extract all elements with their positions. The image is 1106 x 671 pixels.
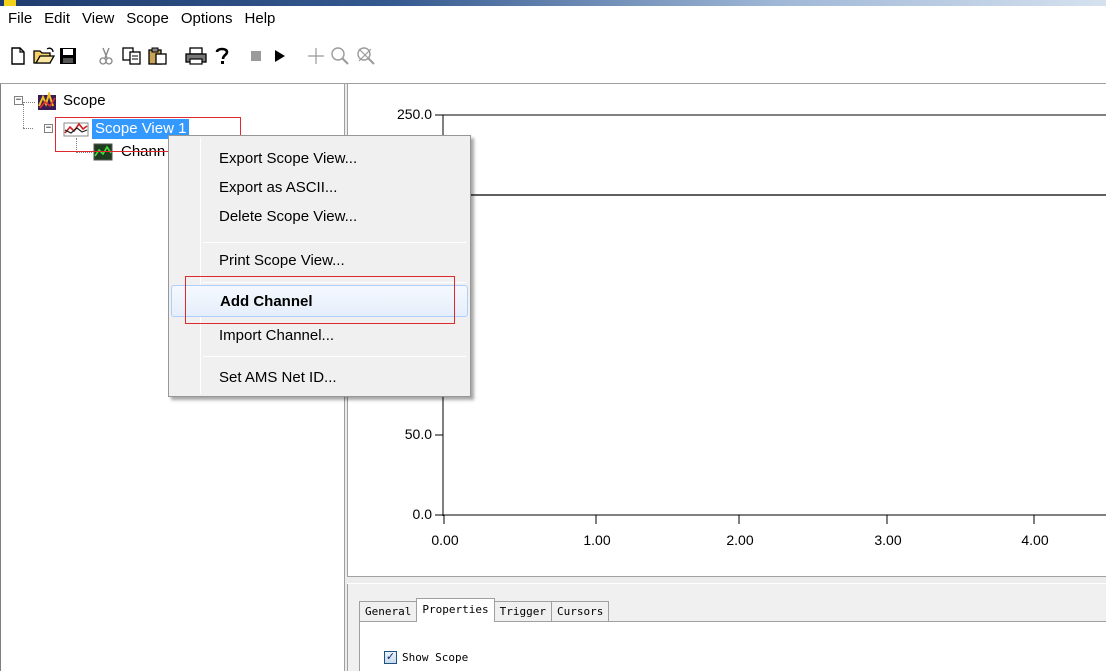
tab-strip: General Properties Trigger Cursors <box>359 598 610 622</box>
new-icon[interactable] <box>6 44 30 68</box>
menu-separator <box>203 356 466 357</box>
menu-view[interactable]: View <box>76 6 120 32</box>
toolbar-separator <box>84 44 85 70</box>
help-icon[interactable] <box>210 44 234 68</box>
cut-icon[interactable] <box>94 44 118 68</box>
toolbar-separator <box>236 44 237 70</box>
menu-file[interactable]: File <box>2 6 38 32</box>
paste-icon[interactable] <box>146 44 170 68</box>
stop-icon[interactable] <box>244 44 268 68</box>
tree-connector <box>23 128 33 129</box>
horizontal-splitter[interactable] <box>347 576 1106 584</box>
x-tick-label: 2.00 <box>726 532 754 548</box>
y-tick-label: 50.0 <box>404 426 432 442</box>
scope-root-icon <box>37 90 57 115</box>
toolbar-separator <box>382 44 383 70</box>
x-tick-label: 0.00 <box>431 532 459 548</box>
x-tick-label: 4.00 <box>1021 532 1049 548</box>
show-scope-checkbox[interactable]: ✓ <box>384 651 397 664</box>
print-icon[interactable] <box>184 44 208 68</box>
show-scope-row: ✓ Show Scope <box>384 651 468 664</box>
toolbar-separator <box>174 44 175 70</box>
toolbar-frame <box>4 40 504 76</box>
y-tick-label: 0.0 <box>412 506 432 522</box>
save-icon[interactable] <box>56 44 80 68</box>
tree-connector <box>23 104 24 128</box>
tab-trigger[interactable]: Trigger <box>493 601 552 622</box>
tree-collapse-toggle[interactable]: − <box>14 96 23 105</box>
menu-item-label: Export as ASCII... <box>219 178 338 196</box>
menu-item-print-scope-view[interactable]: Print Scope View... <box>171 244 468 276</box>
tab-properties[interactable]: Properties <box>416 598 495 622</box>
menu-item-label: Set AMS Net ID... <box>219 368 337 386</box>
menu-bar: File Edit View Scope Options Help <box>0 6 1106 32</box>
x-tick-label: 1.00 <box>583 532 611 548</box>
open-icon[interactable] <box>32 44 56 68</box>
tree-connector <box>23 102 35 103</box>
menu-separator <box>203 242 466 243</box>
tree-item-scope[interactable]: Scope <box>63 91 106 111</box>
highlight-box <box>185 276 455 324</box>
tree-collapse-toggle[interactable]: − <box>44 124 53 133</box>
menu-item-label: Import Channel... <box>219 326 335 344</box>
toolbar <box>0 32 1106 84</box>
zoom-reset-icon[interactable] <box>354 44 378 68</box>
menu-scope[interactable]: Scope <box>120 6 175 32</box>
menu-help[interactable]: Help <box>239 6 282 32</box>
menu-item-label: Print Scope View... <box>219 251 345 269</box>
menu-edit[interactable]: Edit <box>38 6 76 32</box>
context-menu: Export Scope View... Export as ASCII... … <box>168 135 471 397</box>
zoom-icon[interactable] <box>328 44 352 68</box>
copy-icon[interactable] <box>120 44 144 68</box>
show-scope-label: Show Scope <box>402 651 469 664</box>
tree-connector <box>76 152 92 153</box>
menu-item-export-ascii[interactable]: Export as ASCII... <box>171 171 468 203</box>
menu-options[interactable]: Options <box>175 6 239 32</box>
toolbar-separator <box>294 44 295 70</box>
menu-item-set-ams-net-id[interactable]: Set AMS Net ID... <box>171 361 468 393</box>
tab-general[interactable]: General <box>359 601 418 622</box>
y-tick-label: 250.0 <box>396 106 432 122</box>
tab-cursors[interactable]: Cursors <box>550 601 610 622</box>
run-icon[interactable] <box>268 44 292 68</box>
x-tick-label: 3.00 <box>874 532 902 548</box>
menu-item-label: Delete Scope View... <box>219 207 358 225</box>
crosshair-icon[interactable] <box>304 44 328 68</box>
menu-item-export-scope-view[interactable]: Export Scope View... <box>171 142 468 174</box>
tab-content <box>359 621 1106 671</box>
menu-item-label: Export Scope View... <box>219 149 358 167</box>
menu-item-delete-scope-view[interactable]: Delete Scope View... <box>171 200 468 232</box>
